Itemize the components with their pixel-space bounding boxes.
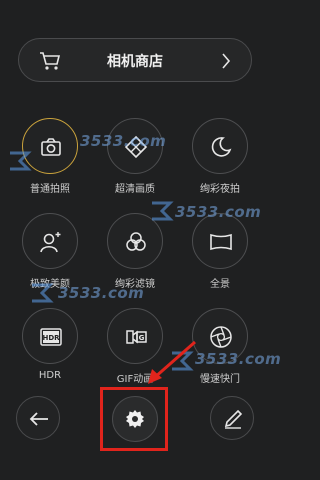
mode-circle — [22, 213, 78, 269]
camera-icon — [41, 138, 61, 156]
highlight-box — [100, 387, 168, 451]
mode-label: 全景 — [210, 279, 230, 290]
filter-circles-icon — [126, 232, 146, 251]
mode-label: 普通拍照 — [30, 184, 70, 195]
mode-ultra-hd[interactable]: 超清画质 — [95, 118, 175, 195]
mode-circle — [192, 213, 248, 269]
edit-button[interactable] — [210, 396, 254, 440]
watermark-text: 3533.com — [80, 132, 167, 150]
mode-label: 绚彩夜拍 — [200, 184, 240, 195]
svg-text:HDR: HDR — [42, 334, 60, 342]
mode-filter[interactable]: 绚彩滤镜 — [95, 213, 175, 290]
hdr-icon: HDR — [40, 328, 62, 346]
watermark-text: 3533.com — [58, 284, 145, 302]
mode-circle — [192, 118, 248, 174]
chevron-right-icon — [222, 53, 231, 69]
watermark-text: 3533.com — [195, 350, 282, 368]
mode-circle: HDR — [22, 308, 78, 364]
pen-icon — [224, 409, 243, 429]
back-button[interactable] — [16, 396, 60, 440]
shutter-icon — [210, 326, 232, 348]
watermark-logo — [152, 201, 174, 221]
mode-panorama[interactable]: 全景 — [180, 213, 260, 290]
face-sparkle-icon — [40, 232, 61, 253]
back-arrow-icon — [29, 412, 48, 426]
watermark-logo — [10, 151, 32, 171]
watermark-text: 3533.com — [175, 203, 262, 221]
moon-icon — [211, 137, 232, 157]
panorama-icon — [210, 233, 232, 251]
annotation-arrow — [148, 340, 196, 384]
mode-label: 超清画质 — [115, 184, 155, 195]
mode-label: HDR — [38, 370, 62, 381]
mode-night[interactable]: 绚彩夜拍 — [180, 118, 260, 195]
watermark-logo — [32, 283, 54, 303]
camera-store-bar[interactable]: 相机商店 — [18, 38, 252, 82]
mode-beauty[interactable]: 极致美颜 — [10, 213, 90, 290]
mode-hdr[interactable]: HDR HDR — [10, 308, 90, 381]
store-title: 相机商店 — [107, 54, 163, 70]
